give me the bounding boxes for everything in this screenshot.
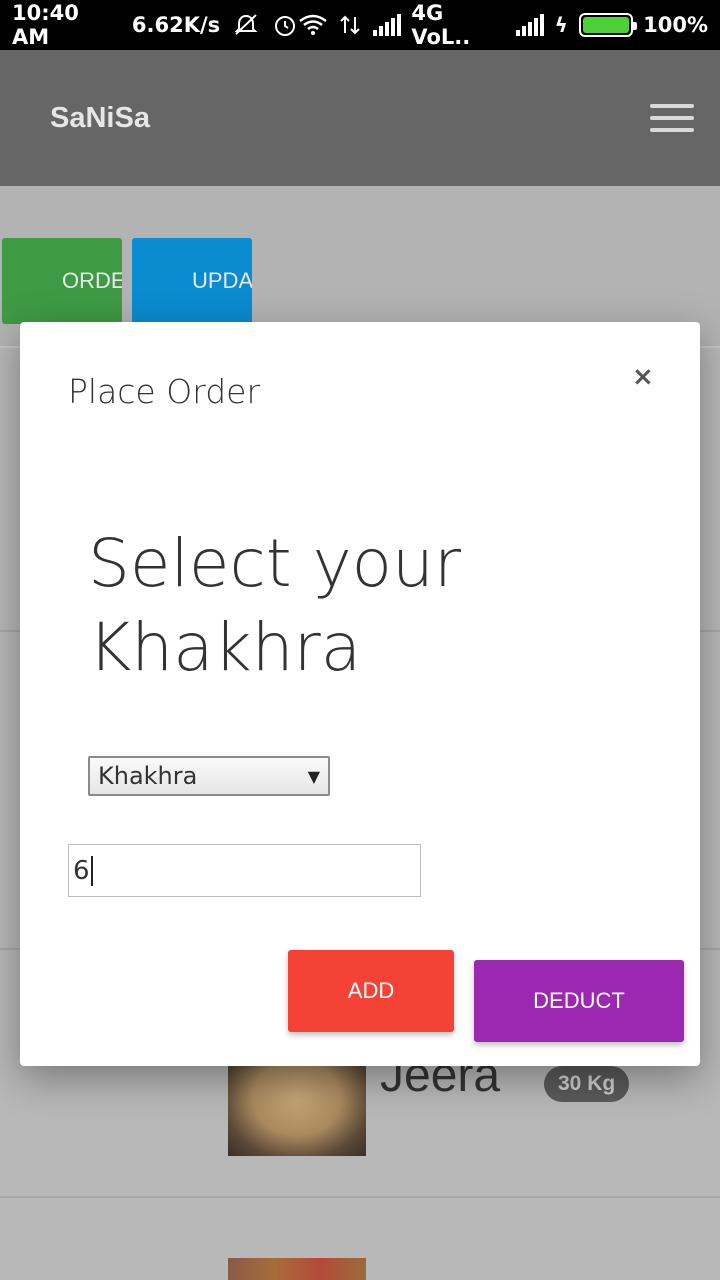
app-title[interactable]: SaNiSa	[50, 102, 150, 135]
modal-heading: Select your Khakhra	[88, 525, 461, 686]
place-order-modal: Place Order × Select your Khakhra Khakhr…	[20, 322, 700, 1066]
update-button: UPDATE	[132, 238, 252, 324]
battery-fill	[582, 17, 630, 33]
close-icon[interactable]: ×	[632, 362, 654, 392]
status-bar: 10:40 AM 6.62K/s 4G VoL.. ϟ 100%	[0, 0, 720, 50]
charging-icon: ϟ	[554, 13, 568, 37]
order-button: ORDER	[2, 238, 122, 324]
product-image	[228, 1060, 366, 1156]
signal-icon	[373, 14, 402, 36]
data-transfer-icon	[336, 13, 363, 37]
wifi-icon	[298, 13, 328, 37]
status-speed: 6.62K/s	[131, 13, 221, 37]
battery-icon	[578, 13, 638, 37]
text-cursor	[90, 855, 93, 886]
hamburger-icon[interactable]	[650, 104, 694, 132]
mute-icon	[232, 13, 259, 37]
modal-title: Place Order	[68, 372, 261, 411]
quantity-value: 6	[73, 855, 90, 886]
deduct-button[interactable]: DEDUCT	[474, 960, 684, 1042]
status-time: 10:40 AM	[12, 1, 79, 49]
alarm-icon	[271, 13, 298, 37]
battery-percent: 100%	[643, 13, 708, 37]
select-value: Khakhra	[98, 762, 198, 790]
dropdown-arrow-icon: ▼	[307, 766, 320, 786]
add-button[interactable]: ADD	[288, 950, 454, 1032]
quantity-input[interactable]: 6	[68, 844, 421, 897]
weight-badge: 30 Kg	[544, 1066, 630, 1102]
signal-2-icon	[515, 14, 544, 36]
app-bar: SaNiSa	[0, 50, 720, 186]
network-label: 4G VoL..	[411, 1, 471, 49]
product-image	[228, 1258, 366, 1280]
khakhra-select[interactable]: Khakhra ▼	[88, 756, 330, 796]
